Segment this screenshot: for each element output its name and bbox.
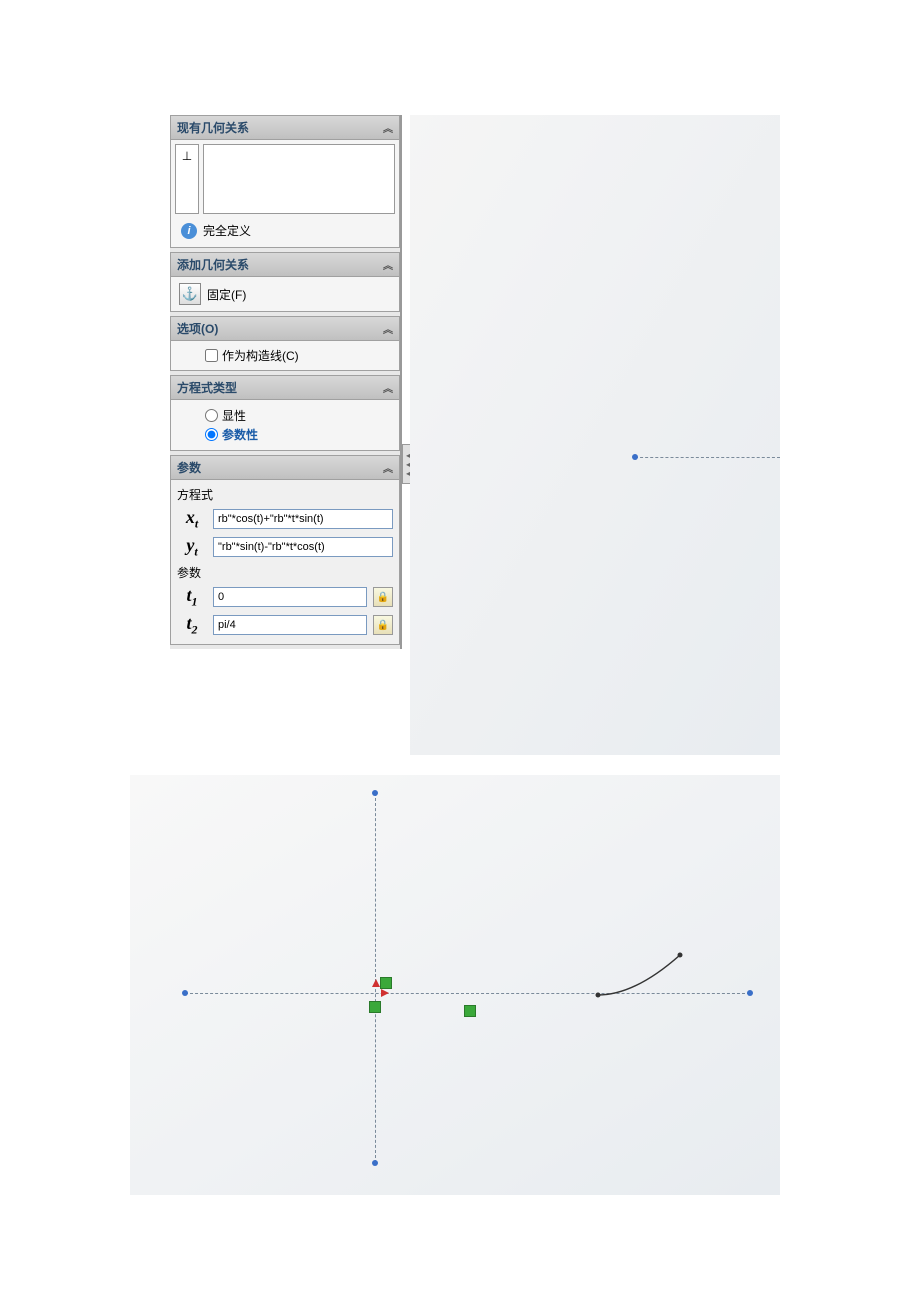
construction-line-label: 作为构造线(C) — [222, 347, 299, 364]
existing-relations-header[interactable]: 现有几何关系 ︽ — [171, 116, 399, 140]
parameters-title: 参数 — [177, 459, 201, 476]
yt-input[interactable] — [213, 537, 393, 557]
axis-endpoint[interactable] — [632, 454, 638, 460]
t1-input[interactable] — [213, 587, 367, 607]
xt-symbol: xt — [177, 507, 207, 532]
options-body: 作为构造线(C) — [171, 341, 399, 370]
options-title: 选项(O) — [177, 320, 218, 337]
existing-relations-section: 现有几何关系 ︽ ⊥ i 完全定义 — [170, 115, 400, 248]
centerline-horizontal — [635, 457, 780, 458]
existing-relations-title: 现有几何关系 — [177, 119, 249, 136]
add-relations-body: ⚓ 固定(F) — [171, 277, 399, 311]
axis-endpoint-bottom[interactable] — [372, 1160, 378, 1166]
relation-type-icon-box[interactable]: ⊥ — [175, 144, 199, 214]
collapse-icon[interactable]: ︽ — [383, 380, 393, 395]
constraint-badge[interactable] — [464, 1005, 476, 1017]
existing-relations-body: ⊥ i 完全定义 — [171, 140, 399, 247]
equation-type-header[interactable]: 方程式类型 ︽ — [171, 376, 399, 400]
equation-type-body: 显性 参数性 — [171, 400, 399, 450]
xt-input[interactable] — [213, 509, 393, 529]
anchor-icon: ⚓ — [179, 283, 201, 305]
parametric-label: 参数性 — [222, 426, 258, 443]
explicit-label: 显性 — [222, 407, 246, 424]
add-relations-header[interactable]: 添加几何关系 ︽ — [171, 253, 399, 277]
t2-input[interactable] — [213, 615, 367, 635]
viewport-top[interactable] — [410, 115, 780, 755]
centerline-vertical — [375, 793, 376, 1163]
collapse-icon[interactable]: ︽ — [383, 460, 393, 475]
yt-symbol: yt — [177, 535, 207, 560]
parameters-body: 方程式 xt yt 参数 t1 🔒 t2 🔒 — [171, 480, 399, 644]
constraint-badge[interactable] — [380, 977, 392, 989]
parametric-radio[interactable] — [205, 428, 218, 441]
equation-type-section: 方程式类型 ︽ 显性 参数性 — [170, 375, 400, 451]
involute-curve[interactable] — [595, 950, 685, 1000]
t1-symbol: t1 — [177, 585, 207, 610]
t1-lock-button[interactable]: 🔒 — [373, 587, 393, 607]
collapse-icon[interactable]: ︽ — [383, 257, 393, 272]
t2-row: t2 🔒 — [177, 613, 393, 638]
fix-label: 固定(F) — [207, 286, 246, 303]
definition-status-text: 完全定义 — [203, 222, 251, 239]
collapse-icon[interactable]: ︽ — [383, 120, 393, 135]
axis-endpoint-top[interactable] — [372, 790, 378, 796]
add-relations-section: 添加几何关系 ︽ ⚓ 固定(F) — [170, 252, 400, 312]
collapse-icon[interactable]: ︽ — [383, 321, 393, 336]
property-panel: 现有几何关系 ︽ ⊥ i 完全定义 添加几何关系 ︽ ⚓ 固定(F) — [170, 115, 402, 649]
equation-type-title: 方程式类型 — [177, 379, 237, 396]
t1-row: t1 🔒 — [177, 585, 393, 610]
options-section: 选项(O) ︽ 作为构造线(C) — [170, 316, 400, 371]
definition-status-row: i 完全定义 — [175, 218, 395, 243]
options-header[interactable]: 选项(O) ︽ — [171, 317, 399, 341]
y-axis-arrow-icon — [372, 979, 380, 987]
equation-label: 方程式 — [177, 484, 393, 507]
parameters-section: 参数 ︽ 方程式 xt yt 参数 t1 🔒 t2 🔒 — [170, 455, 400, 645]
info-icon: i — [181, 223, 197, 239]
axis-endpoint-right[interactable] — [747, 990, 753, 996]
construction-line-checkbox[interactable] — [205, 349, 218, 362]
params-sublabel: 参数 — [177, 562, 393, 585]
constraint-badge[interactable] — [369, 1001, 381, 1013]
perpendicular-icon: ⊥ — [182, 149, 192, 163]
x-axis-arrow-icon — [381, 989, 389, 997]
xt-row: xt — [177, 507, 393, 532]
viewport-bottom[interactable] — [130, 775, 780, 1195]
relations-list[interactable] — [203, 144, 395, 214]
explicit-radio[interactable] — [205, 409, 218, 422]
t2-symbol: t2 — [177, 613, 207, 638]
axis-endpoint-left[interactable] — [182, 990, 188, 996]
parameters-header[interactable]: 参数 ︽ — [171, 456, 399, 480]
yt-row: yt — [177, 535, 393, 560]
add-relations-title: 添加几何关系 — [177, 256, 249, 273]
t2-lock-button[interactable]: 🔒 — [373, 615, 393, 635]
fix-relation-button[interactable]: ⚓ 固定(F) — [175, 281, 395, 307]
